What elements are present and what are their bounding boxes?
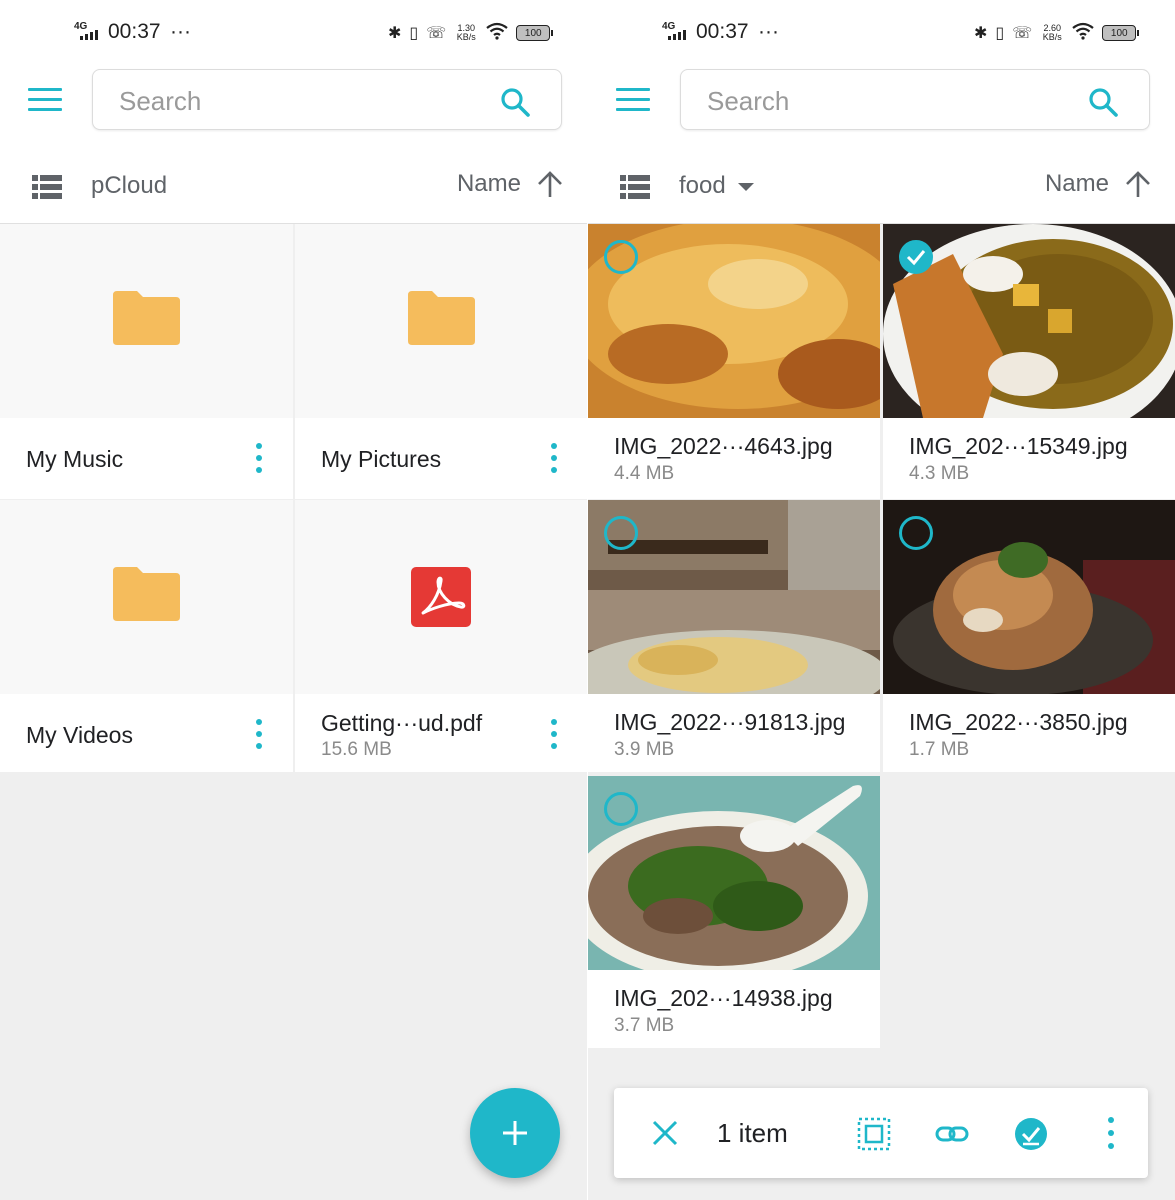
select-checkbox[interactable] bbox=[899, 516, 933, 550]
tile-thumbnail bbox=[0, 224, 293, 418]
bluetooth-icon: ✱ bbox=[388, 25, 402, 42]
signal-icon: 4G bbox=[74, 21, 104, 43]
image-tile[interactable]: IMG_2022···3850.jpg 1.7 MB bbox=[883, 500, 1175, 772]
toolbar: food Name bbox=[588, 64, 1175, 224]
tile-size: 3.7 MB bbox=[614, 1015, 675, 1036]
left-screen: 4G 00:37 ··· ✱ ▯ ☏ 1.30KB/s 100 pCloud bbox=[0, 0, 587, 1200]
search-input[interactable] bbox=[119, 84, 479, 118]
arrow-up-icon bbox=[1126, 171, 1150, 197]
list-view-icon[interactable] bbox=[620, 174, 650, 200]
selected-count: 1 item bbox=[717, 1118, 788, 1148]
more-options-icon[interactable] bbox=[546, 443, 562, 473]
dropdown-caret-icon bbox=[737, 183, 754, 191]
tile-name: IMG_202···14938.jpg bbox=[614, 985, 833, 1011]
more-options-icon[interactable] bbox=[251, 443, 267, 473]
tile-size: 4.4 MB bbox=[614, 463, 675, 484]
status-icons: ✱ ▯ ☏ 2.60 KB/s 100 bbox=[974, 20, 1140, 46]
close-icon[interactable] bbox=[652, 1120, 678, 1146]
battery-icon: 100 bbox=[1102, 25, 1140, 41]
sort-control[interactable]: Name bbox=[1045, 170, 1151, 198]
wifi-icon bbox=[486, 22, 508, 45]
select-checkbox[interactable] bbox=[604, 516, 638, 550]
check-circle-icon[interactable] bbox=[1014, 1117, 1048, 1151]
status-bar: 4G 00:37 ··· ✱ ▯ ☏ 2.60 KB/s 100 bbox=[588, 0, 1175, 64]
selection-action-bar: 1 item bbox=[614, 1088, 1148, 1178]
status-time: 00:37 bbox=[108, 20, 161, 43]
toolbar: pCloud Name bbox=[0, 64, 587, 224]
tile-size: 15.6 MB bbox=[321, 739, 392, 760]
vibrate-icon: ▯ bbox=[995, 25, 1005, 42]
breadcrumb[interactable]: food bbox=[679, 172, 754, 200]
search-box[interactable] bbox=[92, 69, 562, 130]
folder-tile[interactable]: My Music bbox=[0, 224, 293, 499]
bluetooth-icon: ✱ bbox=[974, 25, 988, 42]
status-more-dots: ··· bbox=[758, 20, 779, 43]
sort-control[interactable]: Name bbox=[457, 170, 563, 198]
folder-tile[interactable]: My Pictures bbox=[295, 224, 587, 499]
menu-icon[interactable] bbox=[28, 88, 62, 112]
plus-icon bbox=[503, 1121, 527, 1145]
select-checkbox[interactable] bbox=[604, 792, 638, 826]
status-time: 00:37 bbox=[696, 20, 749, 43]
wifi-icon bbox=[1072, 22, 1094, 45]
tile-name: My Videos bbox=[26, 722, 133, 748]
tile-thumbnail bbox=[295, 500, 587, 694]
arrow-up-icon bbox=[538, 171, 562, 197]
image-tile[interactable]: IMG_2022···91813.jpg 3.9 MB bbox=[588, 500, 880, 772]
add-button[interactable] bbox=[470, 1088, 560, 1178]
vibrate-icon: ▯ bbox=[409, 25, 419, 42]
battery-icon: 100 bbox=[516, 25, 554, 41]
status-more-dots: ··· bbox=[170, 20, 191, 43]
tile-name: My Pictures bbox=[321, 446, 442, 472]
tile-name: IMG_2022···3850.jpg bbox=[909, 709, 1128, 735]
wifi-call-icon: ☏ bbox=[426, 25, 447, 42]
check-icon bbox=[906, 250, 926, 266]
select-all-icon[interactable] bbox=[857, 1117, 891, 1151]
search-icon[interactable] bbox=[1087, 86, 1119, 118]
sort-label: Name bbox=[1044, 170, 1109, 197]
tile-size: 3.9 MB bbox=[614, 739, 675, 760]
tile-name: IMG_2022···91813.jpg bbox=[614, 709, 846, 735]
link-icon[interactable] bbox=[935, 1117, 969, 1151]
tile-size: 4.3 MB bbox=[909, 463, 970, 484]
more-options-icon[interactable] bbox=[251, 719, 267, 749]
tile-size: 1.7 MB bbox=[909, 739, 970, 760]
more-icon[interactable] bbox=[1104, 1117, 1118, 1149]
wifi-call-icon: ☏ bbox=[1012, 25, 1033, 42]
menu-icon[interactable] bbox=[616, 88, 650, 112]
status-icons: ✱ ▯ ☏ 1.30 KB/s 100 bbox=[388, 20, 554, 46]
folder-icon bbox=[113, 291, 180, 345]
select-checkbox-checked[interactable] bbox=[899, 240, 933, 274]
pdf-icon bbox=[411, 567, 471, 627]
more-options-icon[interactable] bbox=[546, 719, 562, 749]
select-checkbox[interactable] bbox=[604, 240, 638, 274]
search-input[interactable] bbox=[707, 84, 1067, 118]
status-bar: 4G 00:37 ··· ✱ ▯ ☏ 1.30 KB/s 100 bbox=[0, 0, 587, 64]
image-tile[interactable]: IMG_202···14938.jpg 3.7 MB bbox=[588, 776, 880, 1048]
tile-name: IMG_2022···4643.jpg bbox=[614, 433, 833, 459]
tile-name: Getting···ud.pdf bbox=[321, 710, 483, 736]
tile-name: My Music bbox=[26, 446, 124, 472]
tile-thumbnail bbox=[295, 224, 587, 418]
breadcrumb[interactable]: pCloud bbox=[91, 172, 167, 200]
search-icon[interactable] bbox=[499, 86, 531, 118]
right-screen: 4G 00:37 ··· ✱ ▯ ☏ 2.60KB/s 100 food bbox=[588, 0, 1175, 1200]
tile-name: IMG_202···15349.jpg bbox=[909, 433, 1128, 459]
list-view-icon[interactable] bbox=[32, 174, 62, 200]
folder-icon bbox=[113, 567, 180, 621]
network-speed: 1.30 KB/s bbox=[456, 23, 476, 42]
folder-icon bbox=[408, 291, 475, 345]
search-box[interactable] bbox=[680, 69, 1150, 130]
network-speed: 2.60 KB/s bbox=[1042, 23, 1062, 42]
sort-label: Name bbox=[456, 170, 521, 197]
file-tile[interactable]: Getting···ud.pdf 15.6 MB bbox=[295, 500, 587, 772]
image-tile[interactable]: IMG_202···15349.jpg 4.3 MB bbox=[883, 224, 1175, 499]
folder-tile[interactable]: My Videos bbox=[0, 500, 293, 772]
image-tile[interactable]: IMG_2022···4643.jpg 4.4 MB bbox=[588, 224, 880, 499]
tile-thumbnail bbox=[0, 500, 293, 694]
signal-icon: 4G bbox=[662, 21, 692, 43]
